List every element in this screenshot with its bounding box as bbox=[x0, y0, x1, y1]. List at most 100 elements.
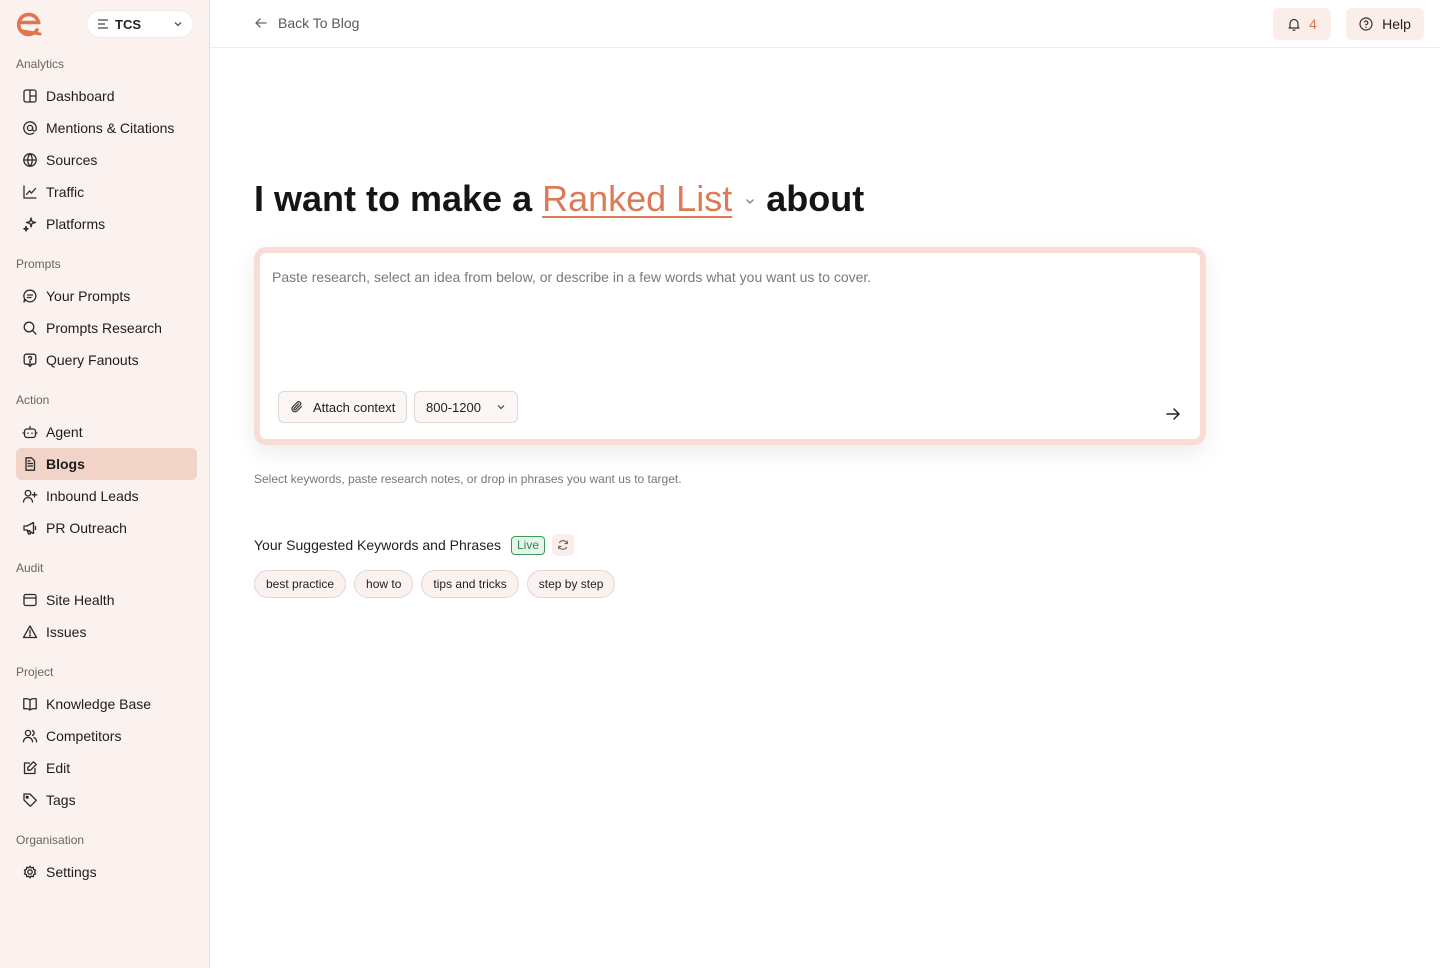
sidebar-item-label: Issues bbox=[46, 624, 87, 640]
keywords-header: Your Suggested Keywords and Phrases Live bbox=[254, 534, 574, 556]
nav-section-analytics: Analytics Dashboard Mentions & Citations So… bbox=[0, 48, 209, 240]
nav-section-prompts: Prompts Your Prompts Prompts Research Query… bbox=[0, 248, 209, 376]
tag-icon bbox=[23, 793, 37, 807]
back-label: Back To Blog bbox=[278, 15, 360, 31]
sidebar-item-label: PR Outreach bbox=[46, 520, 127, 536]
attach-context-button[interactable]: Attach context bbox=[278, 391, 408, 423]
workspace-name: TCS bbox=[115, 16, 141, 32]
sidebar-item-site-health[interactable]: Site Health bbox=[16, 584, 197, 616]
keyword-chip[interactable]: best practice bbox=[254, 570, 347, 598]
sidebar-item-label: Platforms bbox=[46, 216, 106, 232]
attach-context-label: Attach context bbox=[313, 399, 396, 415]
sidebar-item-query-fanouts[interactable]: Query Fanouts bbox=[16, 344, 197, 376]
back-to-blog-link[interactable]: Back To Blog bbox=[254, 15, 359, 31]
megaphone-icon bbox=[23, 521, 37, 535]
sidebar-item-label: Settings bbox=[46, 864, 97, 880]
sidebar-item-label: Blogs bbox=[46, 456, 85, 472]
headline-suffix: about bbox=[766, 178, 865, 219]
layout-icon bbox=[23, 89, 37, 103]
sidebar-item-knowledge-base[interactable]: Knowledge Base bbox=[16, 688, 197, 720]
sidebar-item-your-prompts[interactable]: Your Prompts bbox=[16, 280, 197, 312]
users-icon bbox=[22, 729, 38, 743]
message-icon bbox=[23, 289, 37, 303]
composer: Attach context 800-1200 bbox=[254, 247, 1206, 445]
topbar: Back To Blog 4 Help bbox=[210, 0, 1440, 48]
workspace-icon bbox=[98, 19, 108, 29]
sidebar-item-label: Site Health bbox=[46, 592, 115, 608]
sidebar-item-pr-outreach[interactable]: PR Outreach bbox=[16, 512, 197, 544]
brand-logo-icon[interactable] bbox=[16, 11, 42, 37]
sidebar-nav: Analytics Dashboard Mentions & Citations So… bbox=[0, 48, 209, 888]
bell-icon bbox=[1288, 18, 1300, 31]
section-title: Organisation bbox=[16, 833, 85, 847]
sidebar-item-inbound-leads[interactable]: Inbound Leads bbox=[16, 480, 197, 512]
at-sign-icon bbox=[23, 121, 37, 135]
sidebar-item-settings[interactable]: Settings bbox=[16, 856, 197, 888]
bot-icon bbox=[22, 425, 38, 439]
chevron-down-icon bbox=[174, 22, 182, 27]
chevron-down-icon bbox=[497, 405, 505, 410]
warning-icon bbox=[22, 625, 38, 639]
page-headline: I want to make a Ranked List about bbox=[254, 178, 864, 220]
sidebar-item-edit[interactable]: Edit bbox=[16, 752, 197, 784]
sidebar-item-label: Knowledge Base bbox=[46, 696, 152, 712]
sidebar-item-dashboard[interactable]: Dashboard bbox=[16, 80, 197, 112]
sparkles-icon bbox=[23, 217, 37, 232]
arrow-left-icon bbox=[255, 18, 267, 28]
sidebar-item-label: Your Prompts bbox=[46, 288, 131, 304]
word-count-value: 800-1200 bbox=[426, 399, 481, 415]
book-icon bbox=[23, 698, 37, 711]
sidebar-item-label: Mentions & Citations bbox=[46, 120, 175, 136]
keyword-chip[interactable]: how to bbox=[354, 570, 414, 598]
help-label: Help bbox=[1382, 16, 1411, 32]
refresh-keywords-button[interactable] bbox=[552, 534, 574, 556]
research-input[interactable] bbox=[272, 269, 1192, 379]
help-button[interactable]: Help bbox=[1346, 8, 1424, 40]
user-plus-icon bbox=[22, 489, 38, 503]
sidebar-item-blogs[interactable]: Blogs bbox=[16, 448, 197, 480]
sidebar-item-label: Query Fanouts bbox=[46, 352, 139, 368]
globe-icon bbox=[23, 153, 37, 167]
document-icon bbox=[25, 457, 36, 471]
headline-prefix: I want to make a bbox=[254, 178, 533, 219]
arrow-right-icon[interactable] bbox=[1164, 405, 1182, 423]
word-count-select[interactable]: 800-1200 bbox=[414, 391, 518, 423]
keyword-chip[interactable]: tips and tricks bbox=[421, 570, 519, 598]
content-type-selector[interactable]: Ranked List bbox=[542, 178, 732, 220]
section-title: Audit bbox=[16, 561, 44, 575]
search-icon bbox=[23, 321, 37, 335]
nav-section-action: Action Agent Blogs Inbound Leads PR Outreach bbox=[0, 384, 209, 544]
sidebar-item-label: Agent bbox=[46, 424, 83, 440]
edit-icon bbox=[23, 761, 37, 775]
sidebar-item-prompts-research[interactable]: Prompts Research bbox=[16, 312, 197, 344]
sidebar-item-agent[interactable]: Agent bbox=[16, 416, 197, 448]
sidebar-item-traffic[interactable]: Traffic bbox=[16, 176, 197, 208]
keywords-title: Your Suggested Keywords and Phrases bbox=[254, 537, 501, 553]
sidebar-item-sources[interactable]: Sources bbox=[16, 144, 197, 176]
section-title: Prompts bbox=[16, 257, 61, 271]
sidebar-item-label: Tags bbox=[46, 792, 76, 808]
notification-count: 4 bbox=[1309, 16, 1317, 32]
help-message-icon bbox=[23, 353, 37, 368]
help-circle-icon bbox=[1359, 17, 1373, 31]
sidebar-item-platforms[interactable]: Platforms bbox=[16, 208, 197, 240]
section-title: Project bbox=[16, 665, 54, 679]
sidebar-item-label: Traffic bbox=[46, 184, 85, 200]
notifications-button[interactable]: 4 bbox=[1273, 8, 1331, 40]
keyword-chips: best practice how to tips and tricks step b… bbox=[254, 570, 616, 598]
sidebar-item-label: Dashboard bbox=[46, 88, 115, 104]
sidebar-item-label: Competitors bbox=[46, 728, 122, 744]
browser-icon bbox=[23, 593, 37, 607]
paperclip-icon bbox=[291, 401, 303, 413]
live-badge: Live bbox=[510, 535, 545, 555]
nav-section-organisation: Organisation Settings bbox=[0, 824, 209, 888]
sidebar-item-label: Sources bbox=[46, 152, 98, 168]
sidebar-item-label: Inbound Leads bbox=[46, 488, 139, 504]
keyword-chip[interactable]: step by step bbox=[526, 570, 616, 598]
workspace-selector[interactable]: TCS bbox=[87, 11, 193, 37]
sidebar-item-tags[interactable]: Tags bbox=[16, 784, 197, 816]
sidebar-item-mentions-citations[interactable]: Mentions & Citations bbox=[16, 112, 197, 144]
chevron-down-icon[interactable] bbox=[744, 195, 756, 207]
sidebar-item-issues[interactable]: Issues bbox=[16, 616, 197, 648]
sidebar-item-competitors[interactable]: Competitors bbox=[16, 720, 197, 752]
